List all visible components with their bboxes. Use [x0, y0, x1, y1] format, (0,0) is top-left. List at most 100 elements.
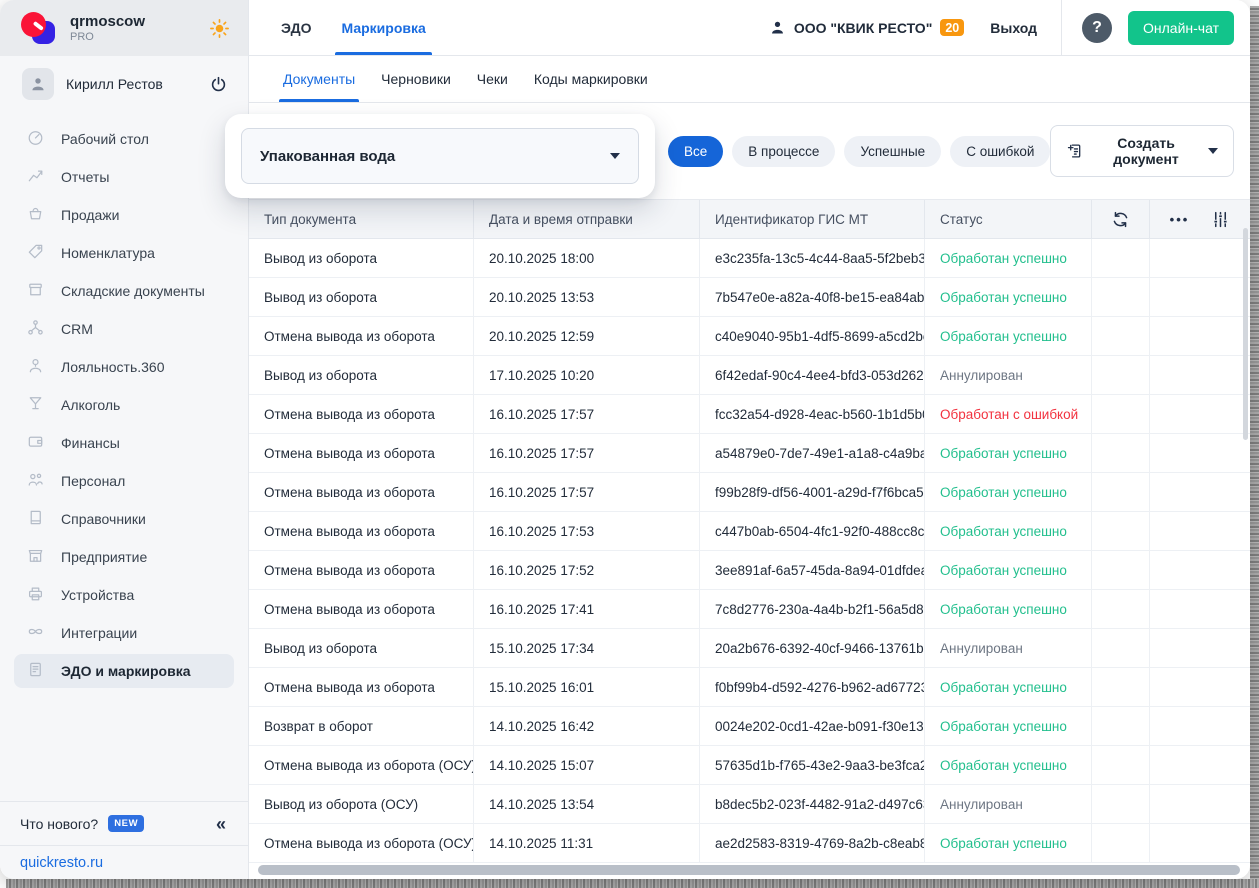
sidebar-item-label: Рабочий стол	[61, 131, 149, 147]
cell-sent-datetime: 14.10.2025 11:31	[474, 824, 700, 862]
table-row[interactable]: Возврат в оборот14.10.2025 16:420024e202…	[249, 707, 1250, 746]
table-row[interactable]: Вывод из оборота (ОСУ)14.10.2025 13:54b8…	[249, 785, 1250, 824]
cell-gis-id: b8dec5b2-023f-4482-91a2-d497c63...	[700, 785, 925, 823]
cell-empty	[1092, 278, 1150, 316]
table-row[interactable]: Отмена вывода из оборота16.10.2025 17:53…	[249, 512, 1250, 551]
subtab-item[interactable]: Коды маркировки	[534, 56, 648, 102]
logout-power-icon[interactable]	[209, 75, 228, 94]
cell-document-type: Вывод из оборота	[249, 356, 474, 394]
table-row[interactable]: Отмена вывода из оборота16.10.2025 17:57…	[249, 473, 1250, 512]
cell-empty	[1092, 239, 1150, 277]
filter-chip[interactable]: С ошибкой	[950, 136, 1050, 167]
theme-toggle-sun-icon[interactable]	[209, 18, 230, 39]
cell-empty	[1150, 434, 1250, 472]
table-row[interactable]: Отмена вывода из оборота16.10.2025 17:41…	[249, 590, 1250, 629]
logout-link[interactable]: Выход	[990, 20, 1037, 36]
cell-document-type: Вывод из оборота	[249, 629, 474, 667]
subtab-item[interactable]: Чеки	[477, 56, 508, 102]
sidebar-item-box[interactable]: Складские документы	[14, 274, 234, 308]
account-menu[interactable]: ООО "КВИК РЕСТО" 20	[769, 19, 964, 36]
sidebar-collapse-icon[interactable]: «	[216, 815, 226, 833]
sidebar-item-store[interactable]: Предприятие	[14, 540, 234, 574]
cell-document-type: Отмена вывода из оборота	[249, 512, 474, 550]
product-select-value: Упакованная вода	[260, 148, 395, 165]
sidebar-item-dashboard[interactable]: Рабочий стол	[14, 122, 234, 156]
table-row[interactable]: Отмена вывода из оборота16.10.2025 17:57…	[249, 434, 1250, 473]
sidebar-item-reports[interactable]: Отчеты	[14, 160, 234, 194]
sidebar-item-sales[interactable]: Продажи	[14, 198, 234, 232]
refresh-icon[interactable]	[1111, 210, 1130, 229]
top-tab-active[interactable]: Маркировка	[341, 0, 425, 55]
table-row[interactable]: Отмена вывода из оборота16.10.2025 17:57…	[249, 395, 1250, 434]
cell-empty	[1092, 746, 1150, 784]
sidebar-item-loyalty[interactable]: Лояльность.360	[14, 350, 234, 384]
sidebar-item-crm[interactable]: CRM	[14, 312, 234, 346]
top-tab-item[interactable]: ЭДО	[281, 0, 311, 55]
more-icon[interactable]: •••	[1170, 212, 1190, 227]
horizontal-scrollbar[interactable]	[258, 865, 1240, 875]
product-select[interactable]: Упакованная вода	[241, 128, 639, 184]
site-row: quickresto.ru	[0, 846, 248, 879]
cell-status: Обработан успешно	[925, 473, 1092, 511]
table-row[interactable]: Отмена вывода из оборота15.10.2025 16:01…	[249, 668, 1250, 707]
whats-new-row[interactable]: Что нового? NEW «	[0, 802, 248, 846]
cell-gis-id: c40e9040-95b1-4df5-8699-a5cd2bc...	[700, 317, 925, 355]
table-row[interactable]: Вывод из оборота20.10.2025 18:00e3c235fa…	[249, 239, 1250, 278]
site-link[interactable]: quickresto.ru	[20, 855, 103, 871]
cell-sent-datetime: 17.10.2025 10:20	[474, 356, 700, 394]
sidebar-item-glass[interactable]: Алкоголь	[14, 388, 234, 422]
sidebar-item-wallet[interactable]: Финансы	[14, 426, 234, 460]
filter-chip[interactable]: Успешные	[844, 136, 941, 167]
org-name: ООО "КВИК РЕСТО"	[794, 20, 933, 36]
glass-icon	[26, 394, 45, 416]
table-row[interactable]: Вывод из оборота20.10.2025 13:537b547e0e…	[249, 278, 1250, 317]
cell-empty	[1092, 434, 1150, 472]
brand-name: qrmoscow	[70, 13, 195, 30]
column-header: Дата и время отправки	[474, 200, 700, 238]
cell-status: Аннулирован	[925, 785, 1092, 823]
person-icon	[29, 75, 47, 93]
cell-status: Обработан успешно	[925, 824, 1092, 862]
filter-chip[interactable]: В процессе	[732, 136, 835, 167]
person-icon	[769, 19, 786, 36]
crm-icon	[26, 318, 45, 340]
cell-empty	[1150, 824, 1250, 862]
subtab-item[interactable]: Черновики	[381, 56, 451, 102]
vertical-scrollbar[interactable]	[1243, 228, 1248, 440]
table-row[interactable]: Вывод из оборота15.10.2025 17:3420a2b676…	[249, 629, 1250, 668]
table-row[interactable]: Отмена вывода из оборота16.10.2025 17:52…	[249, 551, 1250, 590]
whats-new-label[interactable]: Что нового?	[20, 816, 98, 832]
sidebar-item-infinity[interactable]: Интеграции	[14, 616, 234, 650]
online-chat-button[interactable]: Онлайн-чат	[1128, 11, 1234, 45]
sidebar: qrmoscow PRO	[0, 0, 249, 879]
sidebar-item-people[interactable]: Персонал	[14, 464, 234, 498]
cell-status: Обработан успешно	[925, 707, 1092, 745]
create-document-label: Создать документ	[1095, 135, 1197, 167]
table-row[interactable]: Вывод из оборота17.10.2025 10:206f42edaf…	[249, 356, 1250, 395]
subtab-item[interactable]: Документы	[283, 56, 355, 102]
cell-document-type: Вывод из оборота	[249, 239, 474, 277]
cell-sent-datetime: 20.10.2025 18:00	[474, 239, 700, 277]
filter-chip[interactable]: Все	[668, 136, 723, 167]
table-row[interactable]: Отмена вывода из оборота (ОСУ)14.10.2025…	[249, 746, 1250, 785]
create-document-button[interactable]: Создать документ	[1050, 125, 1234, 177]
cell-empty	[1150, 668, 1250, 706]
cell-gis-id: 20a2b676-6392-40cf-9466-13761b...	[700, 629, 925, 667]
sidebar-item-book[interactable]: Справочники	[14, 502, 234, 536]
cell-document-type: Отмена вывода из оборота	[249, 434, 474, 472]
sidebar-item-label: Лояльность.360	[61, 359, 165, 375]
cell-empty	[1150, 473, 1250, 511]
cell-status: Обработан успешно	[925, 746, 1092, 784]
table-row[interactable]: Отмена вывода из оборота (ОСУ)14.10.2025…	[249, 824, 1250, 863]
sidebar-item-label: Номенклатура	[61, 245, 155, 261]
table-row[interactable]: Отмена вывода из оборота20.10.2025 12:59…	[249, 317, 1250, 356]
cell-document-type: Вывод из оборота (ОСУ)	[249, 785, 474, 823]
column-settings-icon[interactable]	[1211, 210, 1230, 229]
sidebar-item-printer[interactable]: Устройства	[14, 578, 234, 612]
sidebar-item-doc[interactable]: ЭДО и маркировка	[14, 654, 234, 688]
user-row[interactable]: Кирилл Рестов	[0, 56, 248, 106]
cell-document-type: Отмена вывода из оборота	[249, 551, 474, 589]
help-icon[interactable]: ?	[1082, 13, 1112, 43]
cell-gis-id: c447b0ab-6504-4fc1-92f0-488cc8c...	[700, 512, 925, 550]
sidebar-item-tag[interactable]: Номенклатура	[14, 236, 234, 270]
